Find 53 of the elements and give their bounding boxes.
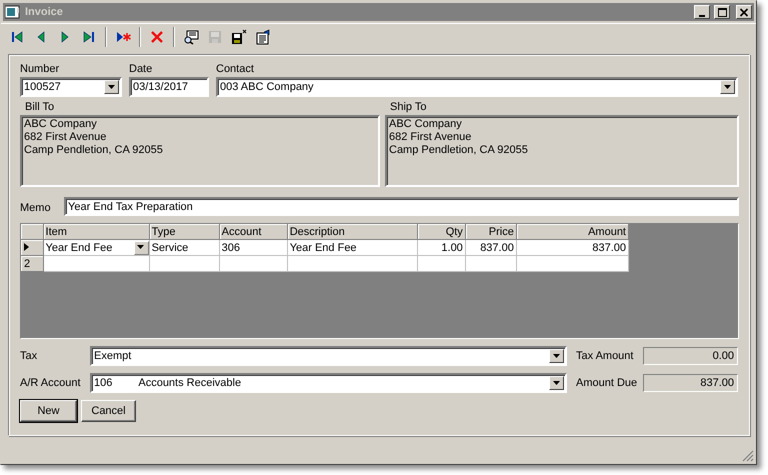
skip-first-icon[interactable]: [9, 29, 25, 45]
date-field[interactable]: 03/13/2017: [129, 77, 209, 97]
caret-icon[interactable]: [552, 354, 560, 358]
ar-account-combo[interactable]: 106 Accounts Receivable: [90, 373, 567, 393]
new-button[interactable]: New: [20, 400, 77, 422]
floppy-x-icon[interactable]: [231, 29, 247, 45]
column-header[interactable]: Qty: [417, 224, 466, 240]
caret-icon[interactable]: [108, 84, 116, 90]
preview-icon[interactable]: [183, 29, 199, 45]
ar-account-label: A/R Account: [20, 376, 82, 390]
cancel-button[interactable]: Cancel: [81, 400, 136, 422]
caret-icon[interactable]: [552, 380, 560, 386]
item-combo[interactable]: Year End Fee: [44, 240, 148, 254]
column-header[interactable]: Account: [219, 224, 288, 240]
table-cell: 306: [222, 242, 240, 254]
tax-label: Tax: [20, 350, 38, 362]
tax-amount-field: 0.00: [643, 347, 738, 365]
table-cell: 837.00: [592, 242, 626, 254]
clipboard-icon[interactable]: [255, 29, 271, 45]
tax-amount-label: Tax Amount: [576, 350, 634, 362]
number-label: Number: [20, 63, 60, 76]
amount-due-field: 837.00: [643, 374, 738, 392]
row-number: 2: [24, 258, 30, 270]
number-combo[interactable]: 100527: [20, 77, 122, 97]
table-cell: 1.00: [441, 242, 463, 254]
column-header[interactable]: Price: [465, 224, 516, 240]
contact-label: Contact: [216, 63, 255, 76]
tax-combo[interactable]: Exempt: [90, 346, 567, 366]
memo-label: Memo: [20, 201, 52, 215]
caret-icon[interactable]: [137, 245, 146, 250]
current-row-icon: [24, 242, 29, 250]
resize-grip[interactable]: [742, 450, 754, 462]
app-icon: [5, 5, 21, 19]
table-cell: Year End Fee: [290, 242, 357, 254]
column-header[interactable]: Amount: [516, 224, 628, 240]
skip-last-icon[interactable]: [81, 29, 97, 45]
contact-combo[interactable]: 003 ABC Company: [216, 77, 738, 97]
caret-icon[interactable]: [724, 84, 732, 90]
bill-to-address: ABC Company 682 First Avenue Camp Pendletion, CA 92055: [20, 115, 380, 187]
window-title: Invoice: [25, 6, 64, 18]
column-header[interactable]: Description: [287, 224, 418, 240]
bill-to-label: Bill To: [24, 101, 56, 114]
ship-to-label: Ship To: [389, 101, 428, 114]
delete-icon[interactable]: [149, 29, 165, 45]
column-header[interactable]: Type: [149, 224, 220, 240]
ship-to-address: ABC Company 682 First Avenue Camp Pendletion, CA 92055: [385, 115, 739, 187]
column-header[interactable]: Item: [43, 224, 150, 240]
memo-field[interactable]: Year End Tax Preparation: [64, 197, 739, 216]
table-cell: Service: [152, 242, 188, 254]
new-record-icon[interactable]: [115, 29, 131, 45]
amount-due-label: Amount Due: [576, 376, 638, 390]
date-label: Date: [129, 63, 154, 76]
table-cell: 837.00: [480, 242, 514, 254]
